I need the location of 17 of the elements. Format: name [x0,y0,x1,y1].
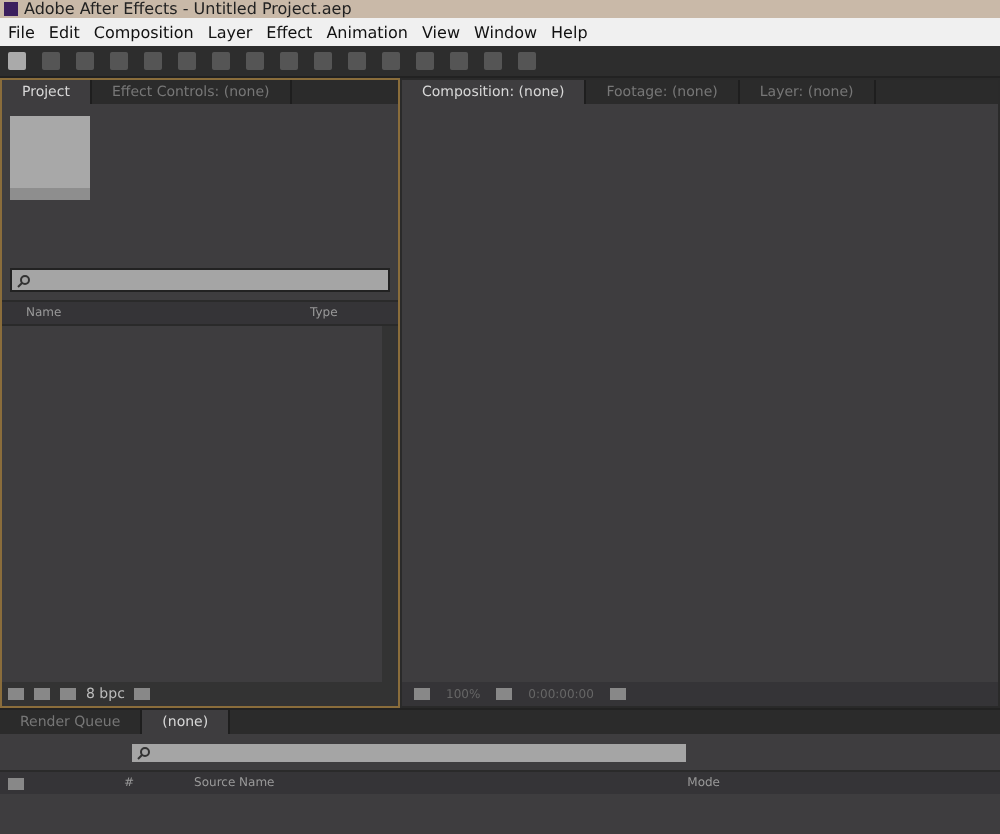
search-icon [16,273,32,287]
menu-item[interactable]: Window [473,23,538,41]
menu-item[interactable]: Edit [48,23,80,41]
app-logo-icon [4,2,18,16]
menu-item[interactable]: Effect [266,23,313,41]
search-icon [136,745,152,759]
search-field[interactable] [132,743,686,761]
menu-item[interactable]: Composition [93,23,194,41]
window-title: Adobe After Effects - Untitled Project.aep [24,0,352,18]
scrollbar[interactable] [382,326,398,682]
menu-item[interactable]: Help [551,23,588,41]
menu-item[interactable]: Animation [326,23,408,41]
thumbnail-placeholder [10,116,90,200]
menu-item[interactable]: File [8,23,35,41]
search-field[interactable] [10,268,390,292]
menu-item[interactable]: View [422,23,460,41]
menu-item[interactable]: Layer [207,23,253,41]
